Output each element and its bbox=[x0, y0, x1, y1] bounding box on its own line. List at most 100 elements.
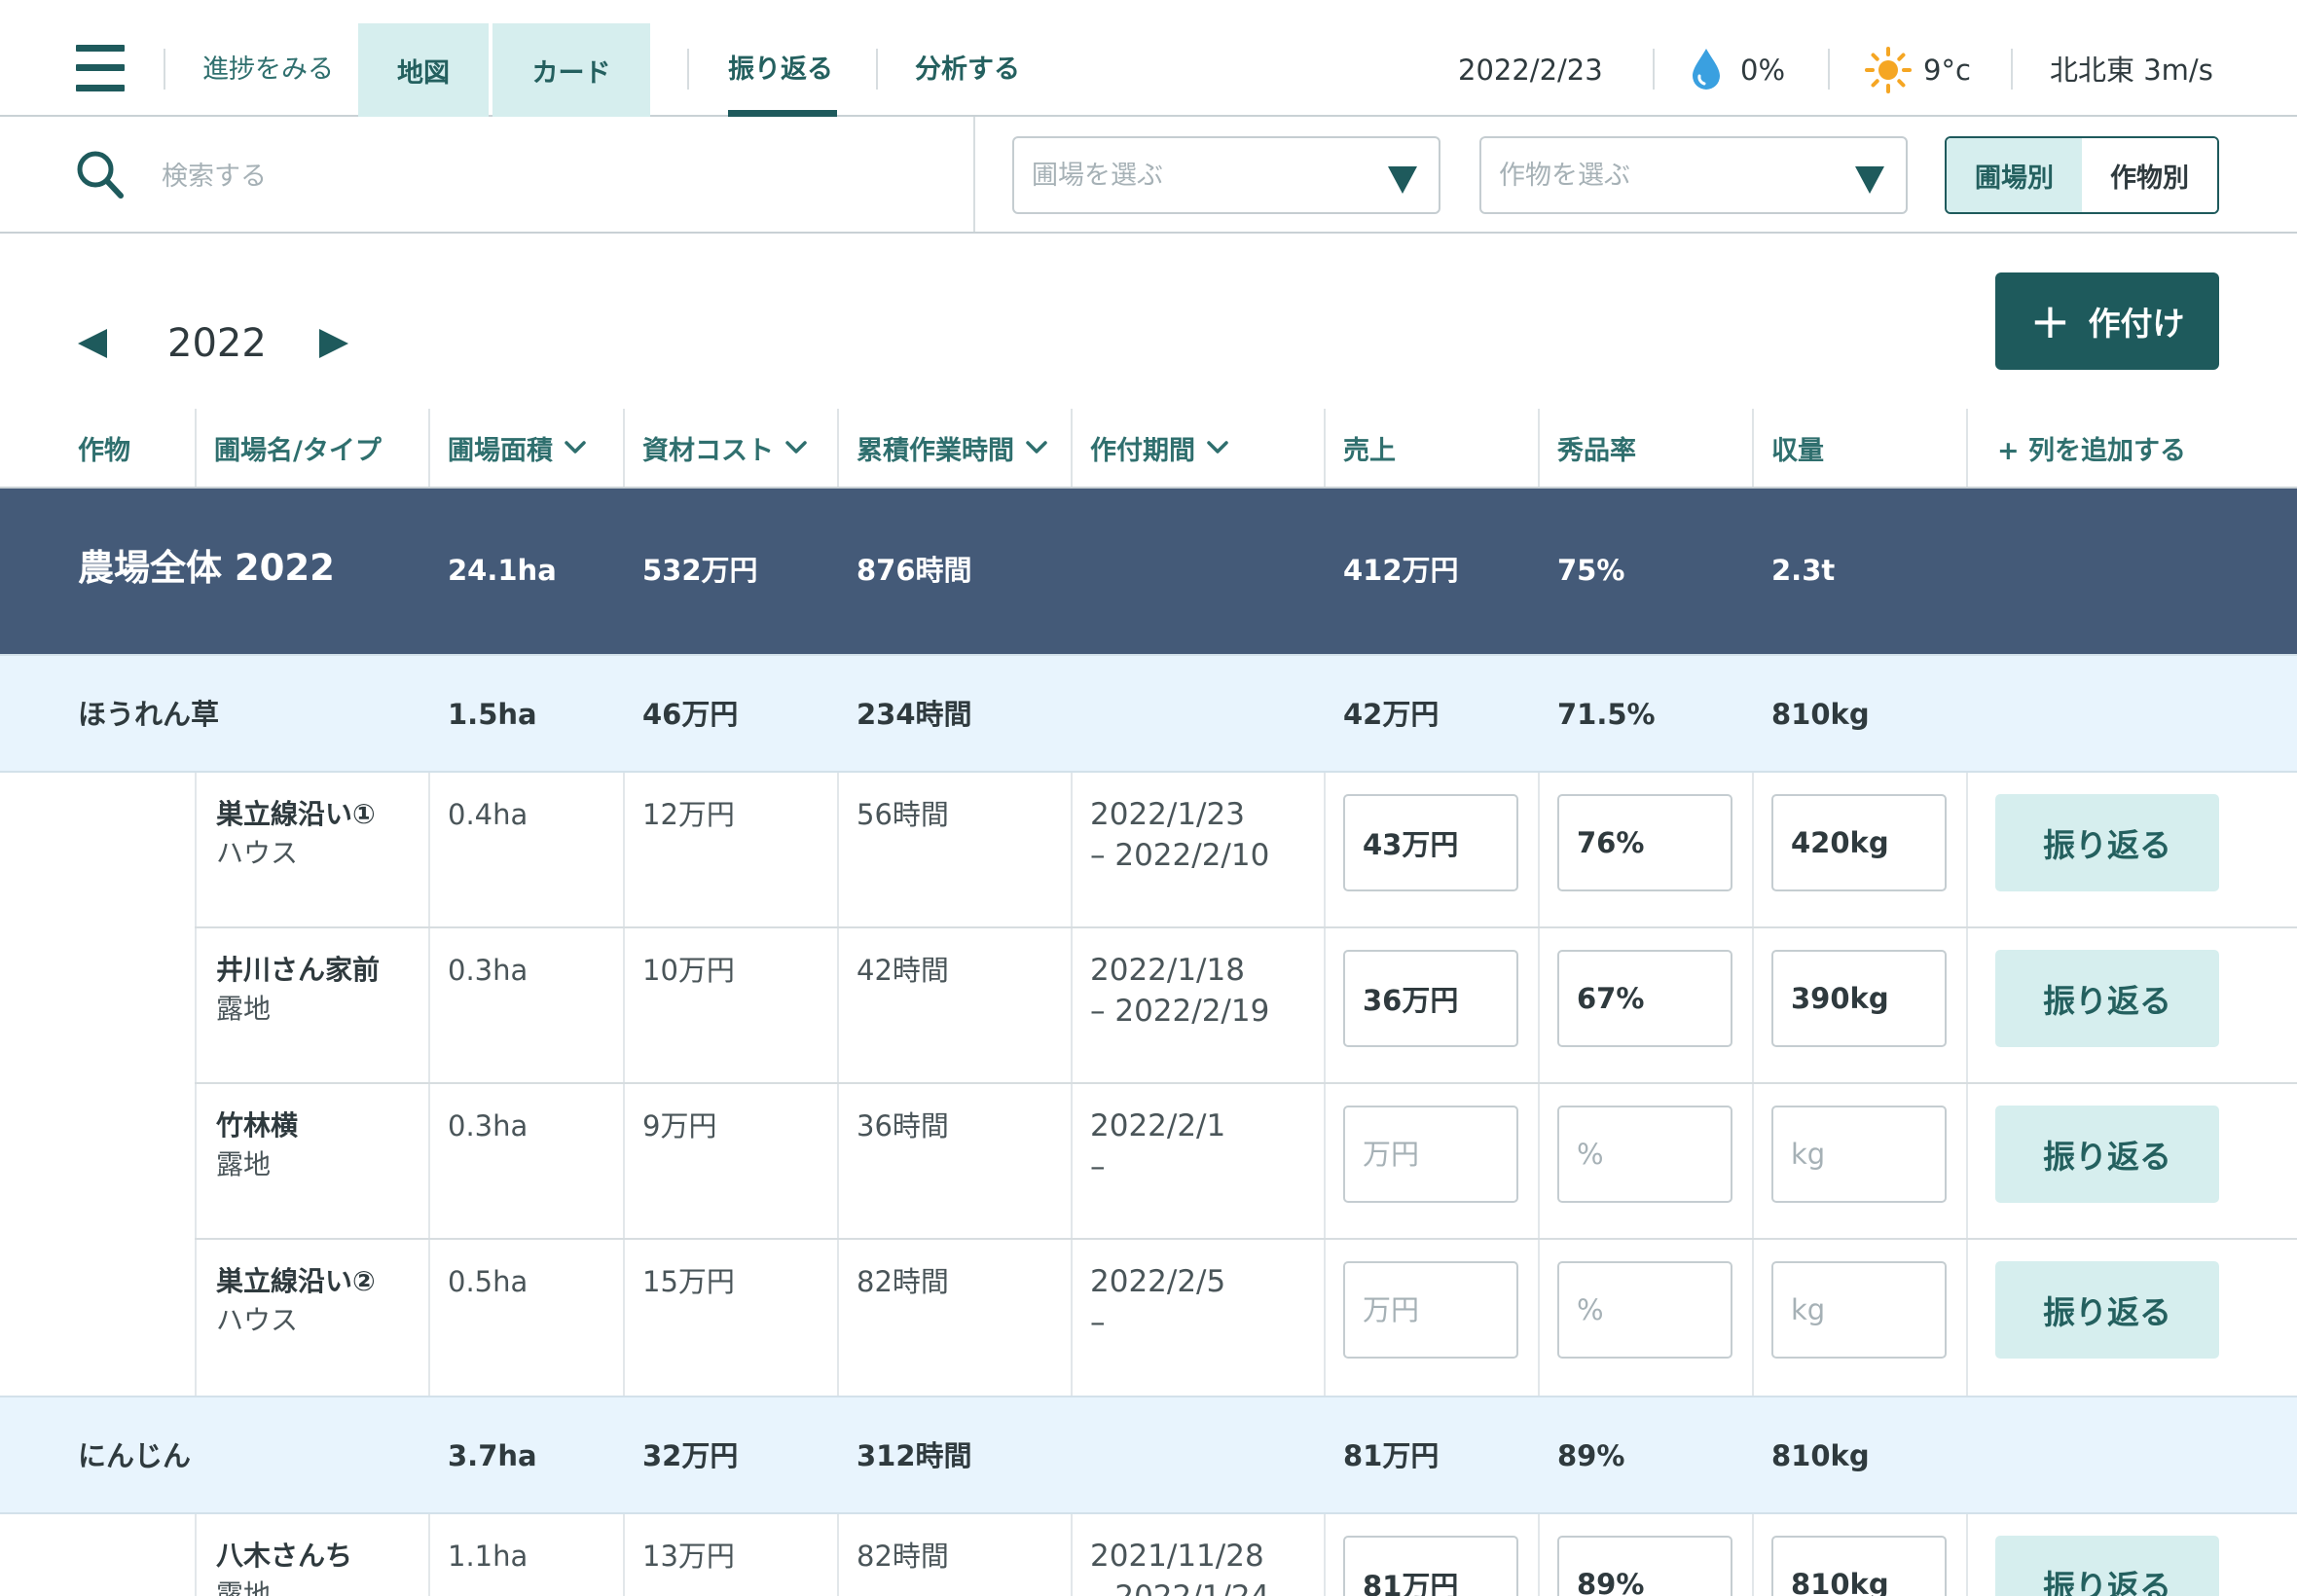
sales-input[interactable] bbox=[1343, 794, 1518, 891]
plot-period-end: – bbox=[1090, 1305, 1106, 1340]
total-area: 24.1ha bbox=[448, 554, 557, 587]
nav-divider bbox=[876, 49, 878, 90]
yield-input[interactable] bbox=[1771, 1536, 1947, 1596]
plot-area: 0.4ha bbox=[448, 798, 529, 831]
status-divider bbox=[2011, 49, 2013, 90]
yield-input[interactable] bbox=[1771, 1261, 1947, 1359]
dropdown-triangle-icon bbox=[1855, 166, 1884, 194]
group-yield: 810kg bbox=[1771, 1439, 1870, 1472]
group-area: 1.5ha bbox=[448, 698, 537, 731]
toggle-by-crop[interactable]: 作物別 bbox=[2082, 138, 2217, 212]
plus-icon: + bbox=[2029, 293, 2071, 349]
table-header: 作物 圃場名/タイプ 圃場面積 資材コスト 累積作業時間 作付期間 売上 秀品率… bbox=[0, 409, 2297, 489]
crop-select[interactable]: 作物を選ぶ bbox=[1479, 136, 1908, 214]
plot-hours: 82時間 bbox=[857, 1540, 949, 1573]
column-cost-label: 資材コスト bbox=[642, 435, 774, 466]
view-toggle: 圃場別 作物別 bbox=[1945, 136, 2219, 214]
review-button[interactable]: 振り返る bbox=[1995, 950, 2219, 1047]
group-quality-rate: 71.5% bbox=[1557, 698, 1656, 731]
toggle-by-field[interactable]: 圃場別 bbox=[1947, 138, 2082, 212]
menu-icon[interactable] bbox=[76, 45, 125, 91]
review-button[interactable]: 振り返る bbox=[1995, 1536, 2219, 1596]
sales-input[interactable] bbox=[1343, 950, 1518, 1047]
crop-group-row[interactable]: にんじん 3.7ha 32万円 312時間 81万円 89% 810kg bbox=[0, 1396, 2297, 1514]
field-select[interactable]: 圃場を選ぶ bbox=[1012, 136, 1440, 214]
column-divider bbox=[1071, 409, 1073, 487]
nav-progress-label: 進捗をみる bbox=[202, 54, 334, 85]
year-label: 2022 bbox=[167, 321, 267, 366]
plot-cost: 13万円 bbox=[642, 1540, 735, 1573]
table-row: 巣立線沿い① ハウス 0.4ha 12万円 56時間 2022/1/23 – 2… bbox=[195, 773, 2297, 928]
farm-total-row: 農場全体 2022 24.1ha 532万円 876時間 412万円 75% 2… bbox=[0, 489, 2297, 654]
group-cost: 46万円 bbox=[642, 698, 739, 731]
sun-icon bbox=[1865, 47, 1912, 93]
next-year-icon[interactable] bbox=[317, 327, 350, 360]
column-divider bbox=[837, 409, 839, 487]
search-input[interactable] bbox=[162, 156, 940, 197]
crop-select-placeholder: 作物を選ぶ bbox=[1499, 161, 1630, 191]
group-crop-name: ほうれん草 bbox=[78, 698, 220, 731]
column-period-label: 作付期間 bbox=[1090, 435, 1195, 466]
total-hours: 876時間 bbox=[857, 554, 972, 587]
plot-area: 0.3ha bbox=[448, 954, 529, 987]
table-row: 巣立線沿い② ハウス 0.5ha 15万円 82時間 2022/2/5 – 振り… bbox=[195, 1240, 2297, 1396]
quality-rate-input[interactable] bbox=[1557, 1106, 1732, 1203]
quality-rate-input[interactable] bbox=[1557, 1536, 1732, 1596]
column-area-sort[interactable]: 圃場面積 bbox=[448, 409, 586, 487]
add-crop-label: 作付け bbox=[2088, 305, 2185, 343]
column-divider bbox=[1324, 409, 1326, 487]
column-divider bbox=[1538, 409, 1540, 487]
nav-divider bbox=[164, 49, 165, 90]
previous-year-icon[interactable] bbox=[76, 327, 109, 360]
column-hours-sort[interactable]: 累積作業時間 bbox=[857, 409, 1047, 487]
group-yield: 810kg bbox=[1771, 698, 1870, 731]
yield-input[interactable] bbox=[1771, 794, 1947, 891]
plot-cost: 12万円 bbox=[642, 798, 735, 831]
top-nav: 進捗をみる 地図 カード 振り返る 分析する 2022/2/23 0% 9°c … bbox=[0, 0, 2297, 117]
nav-divider bbox=[687, 49, 689, 90]
quality-rate-input[interactable] bbox=[1557, 794, 1732, 891]
column-field-type: 圃場名/タイプ bbox=[214, 435, 382, 466]
table-row: 竹林横 露地 0.3ha 9万円 36時間 2022/2/1 – 振り返る bbox=[195, 1084, 2297, 1240]
add-crop-button[interactable]: + 作付け bbox=[1995, 272, 2219, 370]
plot-period-end: – bbox=[1090, 1149, 1106, 1184]
group-quality-rate: 89% bbox=[1557, 1439, 1625, 1472]
yield-input[interactable] bbox=[1771, 1106, 1947, 1203]
filter-divider bbox=[973, 117, 975, 232]
column-sales: 売上 bbox=[1343, 435, 1396, 466]
review-button[interactable]: 振り返る bbox=[1995, 1261, 2219, 1359]
column-hours-label: 累積作業時間 bbox=[857, 435, 1014, 466]
sales-input[interactable] bbox=[1343, 1536, 1518, 1596]
sales-input[interactable] bbox=[1343, 1261, 1518, 1359]
total-sales: 412万円 bbox=[1343, 554, 1459, 587]
review-button[interactable]: 振り返る bbox=[1995, 794, 2219, 891]
plot-area: 1.1ha bbox=[448, 1540, 529, 1573]
plot-hours: 36時間 bbox=[857, 1109, 949, 1143]
group-hours: 312時間 bbox=[857, 1439, 972, 1472]
dropdown-triangle-icon bbox=[1388, 166, 1417, 194]
tab-map[interactable]: 地図 bbox=[358, 23, 489, 117]
column-cost-sort[interactable]: 資材コスト bbox=[642, 409, 807, 487]
plot-name: 巣立線沿い② bbox=[216, 1265, 376, 1297]
plot-name: 巣立線沿い① bbox=[216, 798, 376, 830]
rain-probability: 0% bbox=[1740, 54, 1786, 87]
crop-group-row[interactable]: ほうれん草 1.5ha 46万円 234時間 42万円 71.5% 810kg bbox=[0, 654, 2297, 773]
plot-period-start: 2022/2/5 bbox=[1090, 1264, 1226, 1299]
farm-total-title: 農場全体 2022 bbox=[78, 547, 335, 589]
sales-input[interactable] bbox=[1343, 1106, 1518, 1203]
plot-area: 0.5ha bbox=[448, 1265, 529, 1298]
quality-rate-input[interactable] bbox=[1557, 950, 1732, 1047]
add-column-button[interactable]: + 列を追加する bbox=[1997, 409, 2186, 487]
column-period-sort[interactable]: 作付期間 bbox=[1090, 409, 1228, 487]
total-cost: 532万円 bbox=[642, 554, 758, 587]
review-button[interactable]: 振り返る bbox=[1995, 1106, 2219, 1203]
tab-review[interactable]: 振り返る bbox=[728, 51, 833, 90]
yield-input[interactable] bbox=[1771, 950, 1947, 1047]
tab-analyze[interactable]: 分析する bbox=[915, 51, 1020, 90]
search-icon[interactable] bbox=[76, 150, 125, 200]
tab-card[interactable]: カード bbox=[492, 23, 650, 117]
plot-type: ハウス bbox=[216, 837, 299, 869]
quality-rate-input[interactable] bbox=[1557, 1261, 1732, 1359]
wind-info: 北北東 3m/s bbox=[2050, 54, 2213, 87]
column-quality-rate: 秀品率 bbox=[1557, 435, 1636, 466]
